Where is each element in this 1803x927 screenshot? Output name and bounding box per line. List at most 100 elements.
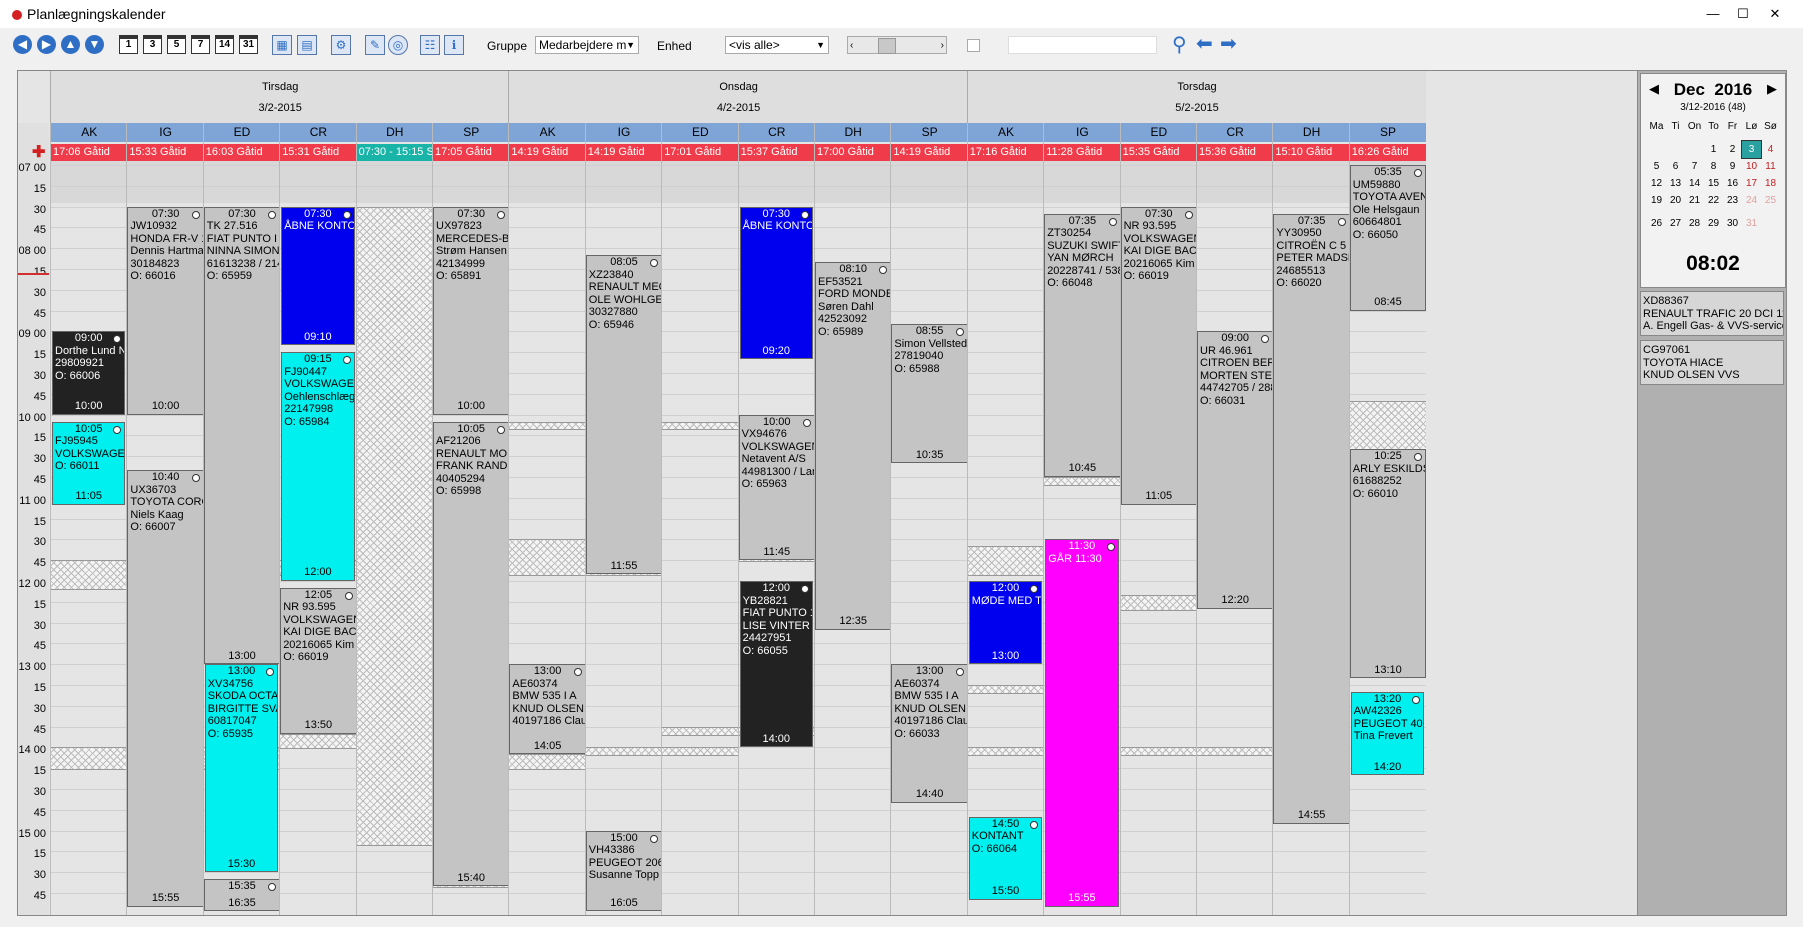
status-badge[interactable]: 17:00 Gåtid [815, 144, 892, 161]
appointment[interactable]: 09:15FJ90447 VOLKSWAGEN Oehlenschlæger 2… [281, 352, 355, 581]
resource-header[interactable]: ED [203, 123, 281, 142]
status-badge[interactable]: 17:05 Gåtid [433, 144, 510, 161]
resource-header[interactable]: AK [51, 123, 128, 142]
day-header[interactable]: Torsdag 5/2-2015 [966, 71, 1427, 123]
status-badge[interactable]: 15:33 Gåtid [127, 144, 204, 161]
search-icon[interactable]: ⚲ [1172, 32, 1187, 56]
appointment[interactable]: 05:35 UM59880 TOYOTA AVEN Ole Helsgaun 60… [1349, 165, 1427, 311]
calendar-day[interactable]: 28 [1685, 215, 1704, 232]
status-circle-icon[interactable] [191, 474, 200, 483]
day-header[interactable]: Tirsdag 3/2-2015 [50, 71, 510, 123]
status-badge[interactable]: 14:19 Gåtid [585, 144, 663, 161]
resource-header[interactable]: CR [280, 123, 357, 142]
calendar-icon[interactable]: ▦ [272, 35, 292, 55]
mini-calendar-month[interactable]: Dec 2016 [1641, 80, 1785, 100]
resource-column[interactable]: SP 14:19 Gåtid 08:55 Simon Vellsted 2781904… [890, 123, 968, 915]
calendar-day[interactable]: 24 [1742, 192, 1761, 209]
resource-column[interactable]: AK 14:19 Gåtid 13:00 AE60374 BMW 535 I A KN… [508, 123, 586, 915]
resource-header[interactable]: AK [509, 123, 586, 142]
appointment[interactable]: 15:00 VH43386 PEUGEOT 206 Susanne Topp 16:… [585, 830, 663, 912]
resource-column[interactable]: CR15:37 Gåtid07:30ÅBNE KONTOR09:2010:00V… [737, 123, 815, 915]
resource-header[interactable]: SP [891, 123, 968, 142]
appointment[interactable]: 14:50 KONTANT O: 66064 15:50 [968, 816, 1043, 900]
resource-header[interactable]: SP [1349, 123, 1427, 142]
maximize-button[interactable]: ☐ [1730, 4, 1756, 24]
status-circle-icon[interactable] [1106, 543, 1115, 552]
appointment[interactable]: 09:00UR 46.961 CITROEN BERL MORTEN STEF … [1197, 331, 1274, 609]
resource-column[interactable]: ED 15:35 Gåtid 07:30 NR 93.595 VOLKSWAGEN K… [1119, 123, 1197, 915]
appointment[interactable]: 09:00Dorthe Lund Niel 29809921 O: 660061… [52, 331, 126, 415]
appointment[interactable]: 08:05XZ23840 RENAULT MEG OLE WOHLGE 3032… [585, 255, 663, 575]
calendar-day[interactable] [1761, 209, 1780, 226]
unplanned-item[interactable]: XD88367 RENAULT TRAFIC 20 DCI 11 A. Enge… [1640, 291, 1784, 336]
status-badge[interactable]: 17:01 Gåtid [662, 144, 739, 161]
resource-header[interactable]: SP [433, 123, 510, 142]
resource-column[interactable]: DH 17:00 Gåtid 08:10EF53521 FORD MONDEO Sø… [814, 123, 892, 915]
resource-column[interactable]: ED 17:01 Gåtid [661, 123, 739, 915]
resource-column[interactable]: AK 17:16 Gåtid 12:00 MØDE MED TE 13:00 14:50 K… [966, 123, 1045, 915]
appointment[interactable]: 07:30TK 27.516 FIAT PUNTO I NINNA SIMONS… [203, 206, 281, 665]
right-arrow-icon[interactable]: ▶ [37, 35, 56, 54]
resource-header[interactable]: IG [585, 123, 663, 142]
calendar-day[interactable]: 31 [1742, 215, 1761, 232]
view-1-day-button[interactable]: 1 [119, 35, 138, 54]
resource-header[interactable]: IG [127, 123, 204, 142]
appointment[interactable]: 10:00 VX94676 VOLKSWAGEN Netavent A/S 449… [738, 414, 815, 561]
resource-header[interactable]: AK [967, 123, 1045, 142]
status-badge[interactable]: 16:26 Gåtid [1349, 144, 1427, 161]
calendar-edit-icon[interactable]: ▤ [297, 35, 317, 55]
calendar-day[interactable]: 21 [1685, 192, 1704, 209]
calendar-day[interactable]: 5 [1647, 158, 1666, 175]
resource-header[interactable]: DH [356, 123, 433, 142]
calendar-day[interactable]: 11 [1761, 158, 1780, 175]
calendar-day[interactable]: 3 [1741, 140, 1762, 159]
resource-header[interactable]: DH [815, 123, 892, 142]
calendar-day[interactable]: 20 [1666, 192, 1685, 209]
status-badge[interactable]: 14:19 Gåtid [509, 144, 586, 161]
resource-column[interactable]: IG 14:19 Gåtid 08:05XZ23840 RENAULT MEG OL… [584, 123, 663, 915]
calendar-day[interactable]: 30 [1723, 215, 1742, 232]
search-input[interactable] [1008, 36, 1157, 54]
status-circle-icon[interactable] [800, 210, 809, 219]
appointment[interactable]: 13:20AW42326 PEUGEOT 407 Tina Frevert14:… [1350, 691, 1425, 776]
status-circle-icon[interactable] [497, 425, 506, 434]
status-circle-icon[interactable] [955, 668, 964, 677]
calendar-day[interactable]: 6 [1666, 158, 1685, 175]
appointment[interactable]: 12:05NR 93.595 VOLKSWAGEN KAI DIGE BACH … [280, 587, 357, 734]
calendar-day[interactable]: 9 [1723, 158, 1742, 175]
status-badge[interactable]: 07:30 - 15:15 Sy [356, 144, 433, 161]
appointment[interactable]: 07:30UX97823 MERCEDES-BE Strøm Hansen A … [433, 206, 510, 415]
calendar-day[interactable]: 4 [1761, 141, 1780, 158]
status-badge[interactable]: 15:10 Gåtid [1273, 144, 1350, 161]
appointment[interactable]: 11:30 GÅR 11:30 15:55 [1045, 539, 1119, 907]
status-badge[interactable]: 15:35 Gåtid [1120, 144, 1197, 161]
settings-icon[interactable]: ⚙ [331, 35, 351, 55]
status-circle-icon[interactable] [342, 356, 351, 365]
calendar-day[interactable]: 1 [1704, 141, 1723, 158]
view-3-days-button[interactable]: 3 [143, 35, 162, 54]
resource-column[interactable]: SP 16:26 Gåtid 05:35 UM59880 TOYOTA AVEN Ol… [1348, 123, 1427, 915]
status-circle-icon[interactable] [802, 418, 811, 427]
back-arrow-icon[interactable]: ⬅ [1196, 31, 1213, 55]
calendar-day[interactable]: 16 [1723, 175, 1742, 192]
appointment[interactable]: 07:30ÅBNE KONTOR09:10 [281, 206, 355, 346]
resource-column[interactable]: SP 17:05 Gåtid 07:30 UX97823 MERCEDES-BE St… [432, 123, 510, 915]
status-badge[interactable]: 11:28 Gåtid [1044, 144, 1121, 161]
calendar-day[interactable]: 15 [1704, 175, 1723, 192]
appointment[interactable]: 08:10EF53521 FORD MONDEO Søren Dahl 4252… [815, 262, 892, 630]
close-button[interactable]: ✕ [1762, 4, 1788, 24]
calendar-day[interactable]: 7 [1685, 158, 1704, 175]
status-circle-icon[interactable] [1337, 217, 1346, 226]
calendar-day[interactable]: 29 [1704, 215, 1723, 232]
calendar-day[interactable]: 23 [1723, 192, 1742, 209]
status-badge[interactable]: 15:31 Gåtid [280, 144, 357, 161]
resource-column[interactable]: IG 11:28 Gåtid 07:35ZT30254 SUZUKI SWIFT Y… [1043, 123, 1121, 915]
globe-icon[interactable]: ◎ [388, 35, 408, 55]
appointment[interactable]: 10:40UX36703 TOYOTA CORO Niels Kaag O: 6… [127, 470, 204, 907]
calendar-day[interactable]: 26 [1647, 215, 1666, 232]
calendar-day[interactable]: 12 [1647, 175, 1666, 192]
unplanned-item[interactable]: CG97061 TOYOTA HIACE KNUD OLSEN VVS [1640, 340, 1784, 385]
resource-column[interactable]: IG 15:33 Gåtid 07:30JW10932 HONDA FR-V 18 … [126, 123, 204, 915]
resource-column[interactable]: DH 07:30 - 15:15 Sy [355, 123, 433, 915]
appointment[interactable]: 13:00XV34756 SKODA OCTAVI BIRGITTE SVA 6… [204, 664, 279, 873]
